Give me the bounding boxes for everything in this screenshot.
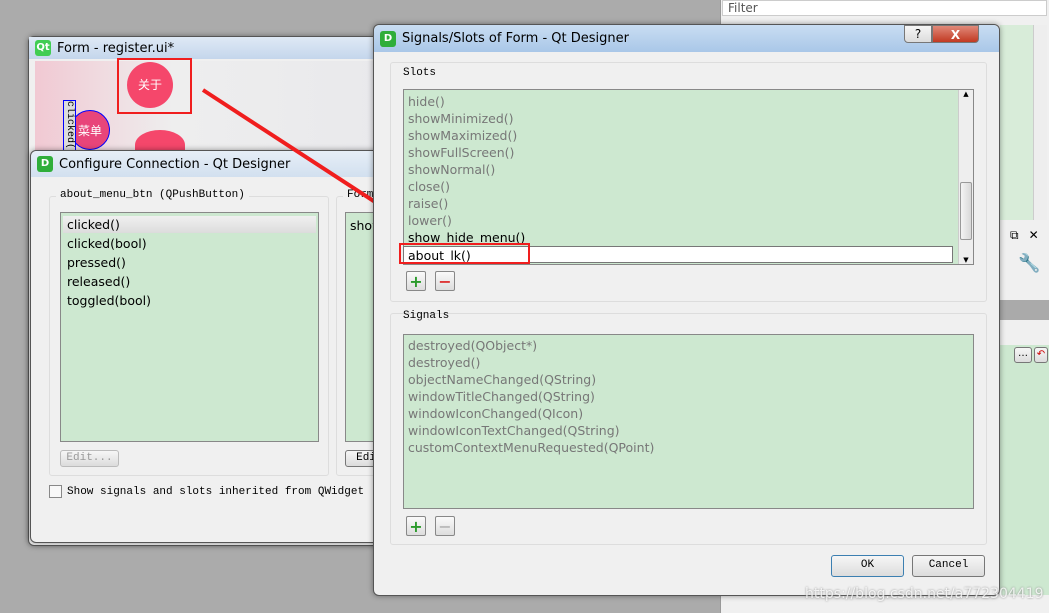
list-item[interactable]: showMaximized() xyxy=(404,127,973,144)
list-item[interactable]: objectNameChanged(QString) xyxy=(404,371,973,388)
designer-icon: D xyxy=(380,30,396,47)
watermark: https://blog.csdn.net/a772304419 xyxy=(805,586,1044,602)
signals-slots-dialog: D Signals/Slots of Form - Qt Designer ? … xyxy=(373,24,1000,596)
list-item[interactable]: raise() xyxy=(404,195,973,212)
signals-group: Signals destroyed(QObject*) destroyed() … xyxy=(390,310,987,545)
list-item[interactable]: windowTitleChanged(QString) xyxy=(404,388,973,405)
signals-list[interactable]: destroyed(QObject*) destroyed() objectNa… xyxy=(403,334,974,509)
list-item[interactable]: lower() xyxy=(404,212,973,229)
list-item[interactable]: close() xyxy=(404,178,973,195)
scrollbar[interactable]: ▲ ▼ xyxy=(958,90,973,264)
slots-label: Slots xyxy=(403,67,437,79)
add-slot-button[interactable]: + xyxy=(406,271,426,291)
list-item[interactable]: hide() xyxy=(404,93,973,110)
list-item[interactable]: windowIconTextChanged(QString) xyxy=(404,422,973,439)
remove-slot-button[interactable]: − xyxy=(435,271,455,291)
list-item[interactable]: showMinimized() xyxy=(404,110,973,127)
slots-group: Slots hide() showMinimized() showMaximiz… xyxy=(390,62,987,302)
signals-label: Signals xyxy=(403,310,450,322)
ok-button[interactable]: OK xyxy=(831,555,904,577)
remove-signal-button[interactable]: − xyxy=(435,516,455,536)
list-item[interactable]: showFullScreen() xyxy=(404,144,973,161)
dialog-title: Signals/Slots of Form - Qt Designer xyxy=(402,31,629,46)
list-item[interactable]: destroyed() xyxy=(404,354,973,371)
scrollbar-thumb[interactable] xyxy=(960,182,972,240)
cancel-button[interactable]: Cancel xyxy=(912,555,985,577)
highlight-box xyxy=(399,243,530,264)
list-item[interactable]: destroyed(QObject*) xyxy=(404,337,973,354)
list-item[interactable]: windowIconChanged(QIcon) xyxy=(404,405,973,422)
close-button[interactable]: X xyxy=(932,25,979,43)
help-button[interactable]: ? xyxy=(904,25,932,43)
slots-list[interactable]: hide() showMinimized() showMaximized() s… xyxy=(403,89,974,265)
add-signal-button[interactable]: + xyxy=(406,516,426,536)
list-item[interactable]: customContextMenuRequested(QPoint) xyxy=(404,439,973,456)
list-item[interactable]: showNormal() xyxy=(404,161,973,178)
